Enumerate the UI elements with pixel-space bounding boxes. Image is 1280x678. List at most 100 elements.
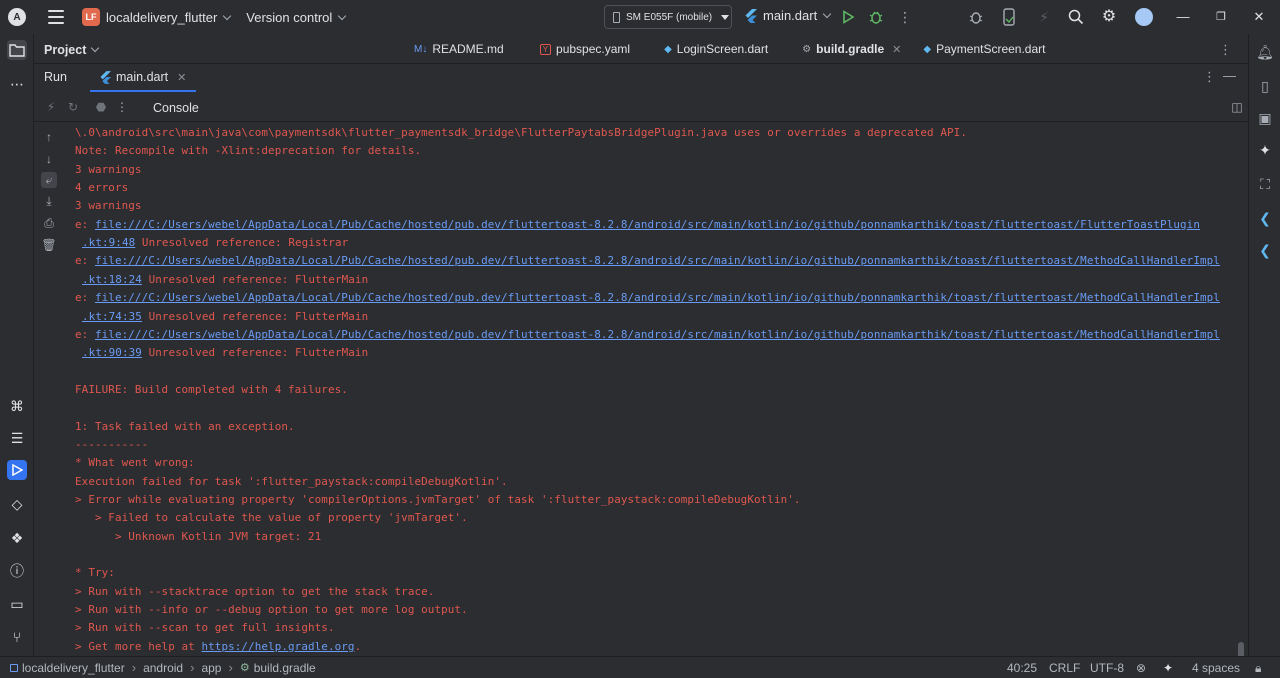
- console-link[interactable]: file:///C:/Users/webel/AppData/Local/Pub…: [95, 328, 1220, 341]
- logcat-icon[interactable]: ❖: [7, 528, 27, 548]
- android-studio-logo-icon[interactable]: A: [8, 8, 26, 26]
- device-selector[interactable]: SM E055F (mobile): [604, 5, 732, 29]
- device-name: SM E055F (mobile): [626, 11, 713, 23]
- restore-icon[interactable]: ❐: [1213, 9, 1229, 25]
- vertical-scrollbar[interactable]: [1238, 642, 1244, 656]
- more-tools-icon[interactable]: ⋯: [7, 74, 27, 94]
- breadcrumb-item[interactable]: android: [143, 661, 183, 675]
- hot-reload-icon[interactable]: ⚡: [44, 100, 58, 114]
- console-link[interactable]: .kt:9:48: [82, 236, 135, 249]
- main-menu-icon[interactable]: [48, 10, 64, 24]
- close-tab-icon[interactable]: ✕: [177, 71, 186, 84]
- user-avatar[interactable]: [1135, 8, 1153, 26]
- console-output[interactable]: \.0\android\src\main\java\com\paymentsdk…: [64, 122, 1248, 656]
- version-control-menu[interactable]: Version control: [246, 10, 332, 25]
- device-manager-icon[interactable]: ▯: [1255, 76, 1275, 96]
- tab-loginscreen[interactable]: ◆ LoginScreen.dart: [664, 42, 768, 56]
- run-icon[interactable]: [841, 10, 855, 24]
- run-tab-main-dart[interactable]: main.dart ✕: [90, 64, 197, 92]
- phone-icon: [613, 11, 620, 23]
- console-link[interactable]: https://help.gradle.org: [201, 640, 354, 653]
- project-name[interactable]: localdelivery_flutter: [106, 10, 217, 25]
- project-badge[interactable]: LF: [82, 8, 100, 26]
- tab-paymentscreen[interactable]: ◆ PaymentScreen.dart: [923, 42, 1045, 56]
- soft-wrap-icon[interactable]: ⤶: [41, 172, 57, 188]
- console-tab[interactable]: Console: [153, 101, 199, 115]
- device-mirror-icon[interactable]: [1002, 8, 1016, 26]
- apply-changes-icon[interactable]: ⚡: [1036, 9, 1052, 25]
- gradle-file-icon: ⚙: [239, 662, 250, 674]
- close-window-icon[interactable]: ✕: [1251, 9, 1267, 25]
- terminal-icon[interactable]: ▭: [7, 594, 27, 614]
- dropdown-arrow-icon: [721, 14, 730, 20]
- title-bar: A LF localdelivery_flutter Version contr…: [0, 0, 1280, 34]
- scroll-to-end-icon[interactable]: ⤓: [41, 193, 57, 209]
- code-style-icon[interactable]: ⊗: [1136, 661, 1146, 675]
- console-toolbar: ⚡ ↻ ⬣ ⋮ Console ◫: [34, 92, 1248, 122]
- console-line: e: file:///C:/Users/webel/AppData/Local/…: [75, 254, 1220, 268]
- tab-readme[interactable]: M↓ README.md: [414, 42, 504, 56]
- run-tool-icon[interactable]: [7, 460, 27, 480]
- gem-icon[interactable]: ◇: [7, 494, 27, 514]
- problems-icon[interactable]: ⓘ: [7, 561, 27, 581]
- flutter-performance-icon[interactable]: ❮: [1255, 240, 1275, 260]
- layout-inspector-icon[interactable]: ⛶: [1255, 174, 1275, 194]
- structure-list-icon[interactable]: ☰: [7, 428, 27, 448]
- console-link[interactable]: file:///C:/Users/webel/AppData/Local/Pub…: [95, 254, 1220, 267]
- console-link[interactable]: .kt:90:39: [82, 346, 142, 359]
- console-more-icon[interactable]: ⋮: [115, 100, 129, 114]
- minimize-icon[interactable]: —: [1175, 9, 1191, 25]
- more-actions-icon[interactable]: ⋮: [897, 9, 913, 25]
- stop-icon[interactable]: ⬣: [94, 100, 108, 114]
- tab-build-gradle[interactable]: ⚙ build.gradle ✕: [802, 42, 901, 56]
- settings-gear-icon[interactable]: ⚙: [1101, 9, 1117, 25]
- console-link[interactable]: .kt:18:24: [82, 273, 142, 286]
- chevron-down-icon[interactable]: [338, 11, 347, 20]
- breadcrumb-item[interactable]: app: [201, 661, 221, 675]
- notifications-bell-icon[interactable]: 🔔︎: [1255, 42, 1275, 62]
- attach-debugger-icon[interactable]: [968, 9, 984, 25]
- chevron-right-icon: ›: [190, 660, 195, 675]
- caret-position[interactable]: 40:25: [1007, 661, 1037, 675]
- gemini-sparkle-icon[interactable]: ✦: [1255, 140, 1275, 160]
- console-link[interactable]: file:///C:/Users/webel/AppData/Local/Pub…: [95, 218, 1200, 231]
- debug-icon[interactable]: [868, 9, 884, 25]
- scroll-down-icon[interactable]: ↓: [41, 151, 57, 167]
- close-tab-icon[interactable]: ✕: [892, 43, 901, 56]
- module-icon: [10, 663, 18, 672]
- chevron-right-icon: ›: [131, 660, 137, 675]
- project-folder-icon[interactable]: [7, 40, 27, 60]
- console-line: > Unknown Kotlin JVM target: 21: [75, 529, 322, 543]
- project-view-label[interactable]: Project: [44, 43, 100, 57]
- chevron-down-icon: [822, 9, 832, 19]
- console-link[interactable]: .kt:74:35: [82, 310, 142, 323]
- lock-icon[interactable]: 🔒︎: [1255, 661, 1261, 676]
- gemini-sparkle-icon[interactable]: ✦: [1163, 661, 1173, 675]
- run-config-selector[interactable]: main.dart: [745, 8, 832, 23]
- tab-pubspec[interactable]: Ypubspec.yaml: [539, 42, 630, 56]
- line-separator[interactable]: CRLF: [1049, 661, 1080, 675]
- breadcrumb-item[interactable]: localdelivery_flutter: [22, 661, 125, 675]
- chevron-down-icon[interactable]: [223, 11, 232, 20]
- layout-toggle-icon[interactable]: ◫: [1230, 100, 1244, 114]
- hide-panel-icon[interactable]: —: [1223, 68, 1236, 83]
- print-icon[interactable]: ⎙: [41, 215, 57, 231]
- file-encoding[interactable]: UTF-8: [1090, 661, 1124, 675]
- run-options-icon[interactable]: ⋮: [1203, 69, 1216, 85]
- git-branch-icon[interactable]: ⑂: [7, 627, 27, 647]
- hot-restart-icon[interactable]: ↻: [66, 100, 80, 114]
- flutter-inspector-icon[interactable]: ❮: [1255, 208, 1275, 228]
- running-devices-icon[interactable]: ▣: [1255, 108, 1275, 128]
- breadcrumb-item[interactable]: build.gradle: [254, 661, 316, 675]
- console-line: > Run with --info or --debug option to g…: [75, 603, 468, 617]
- indent-setting[interactable]: 4 spaces: [1192, 661, 1240, 675]
- console-line: -----------: [75, 437, 149, 451]
- app-quality-insights-icon[interactable]: ⌘: [7, 396, 27, 416]
- search-icon[interactable]: [1068, 9, 1084, 25]
- scroll-up-icon[interactable]: ↑: [41, 129, 57, 145]
- console-line: 3 warnings: [75, 162, 142, 176]
- clear-all-trash-icon[interactable]: 🗑︎: [41, 237, 57, 253]
- tab-actions-more-icon[interactable]: ⋮: [1219, 42, 1232, 58]
- console-link[interactable]: file:///C:/Users/webel/AppData/Local/Pub…: [95, 291, 1220, 304]
- console-line: \.0\android\src\main\java\com\paymentsdk…: [75, 126, 967, 139]
